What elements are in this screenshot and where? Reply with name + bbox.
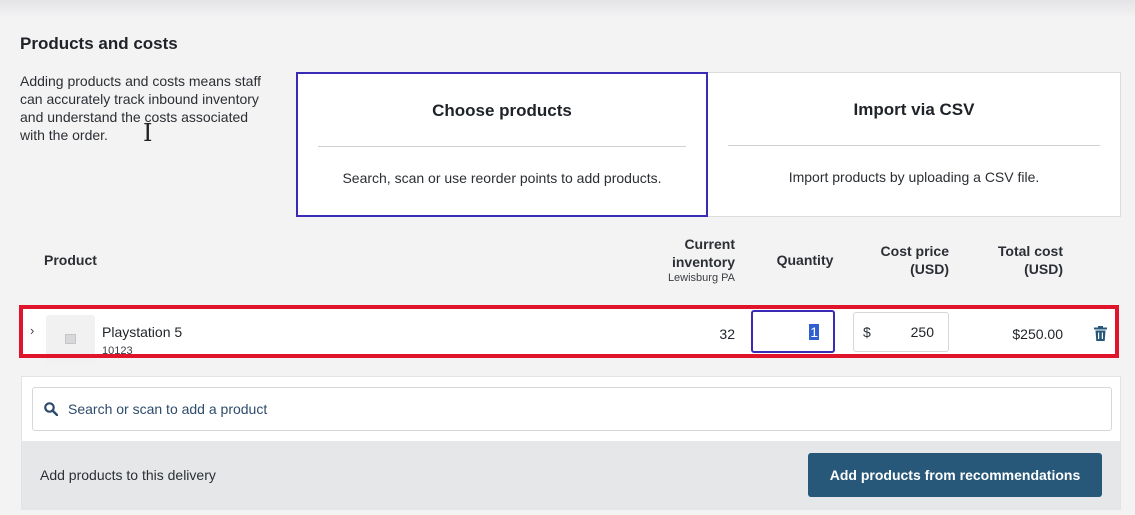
inventory-value: 32 bbox=[719, 326, 735, 342]
cost-price-input[interactable]: $ 250 bbox=[853, 312, 949, 352]
add-products-panel: Search or scan to add a product Add prod… bbox=[21, 376, 1121, 510]
search-input[interactable]: Search or scan to add a product bbox=[32, 387, 1112, 431]
column-header-cost-price: Cost price (USD) bbox=[880, 243, 949, 277]
top-shadow bbox=[0, 0, 1135, 18]
section-title: Products and costs bbox=[20, 34, 178, 53]
choose-products-card[interactable]: Choose products Search, scan or use reor… bbox=[296, 72, 708, 217]
product-name: Playstation 5 bbox=[102, 324, 183, 340]
inventory-location: Lewisburg PA bbox=[667, 272, 735, 284]
total-cost-value: $250.00 bbox=[1012, 326, 1063, 342]
cost-price-value: 250 bbox=[910, 324, 934, 340]
card-title: Import via CSV bbox=[853, 100, 975, 119]
quantity-input[interactable]: 1 bbox=[751, 310, 835, 353]
card-divider bbox=[318, 146, 686, 147]
search-icon bbox=[44, 402, 58, 416]
footer-text: Add products to this delivery bbox=[40, 467, 216, 483]
inventory-header-label: Current inventory bbox=[671, 236, 735, 270]
chevron-right-icon[interactable]: › bbox=[30, 323, 34, 338]
column-header-total-cost: Total cost (USD) bbox=[997, 243, 1063, 277]
currency-symbol: $ bbox=[863, 324, 871, 340]
text-cursor-icon: I bbox=[143, 119, 153, 147]
image-placeholder-icon bbox=[65, 334, 76, 344]
card-description: Search, scan or use reorder points to ad… bbox=[342, 170, 662, 186]
trash-icon[interactable] bbox=[1094, 326, 1107, 341]
search-placeholder: Search or scan to add a product bbox=[68, 401, 268, 417]
import-csv-card[interactable]: Import via CSV Import products by upload… bbox=[708, 72, 1121, 217]
column-header-inventory: Current inventory Lewisburg PA bbox=[620, 235, 735, 285]
column-header-product: Product bbox=[44, 252, 97, 268]
product-sku: 10123 bbox=[102, 345, 133, 357]
card-title: Choose products bbox=[432, 101, 572, 120]
table-row: › Playstation 5 10123 32 1 $ 250 $250.00 bbox=[22, 308, 1118, 364]
column-header-quantity: Quantity bbox=[776, 252, 834, 268]
footer-bar: Add products to this delivery Add produc… bbox=[22, 441, 1120, 510]
card-description: Import products by uploading a CSV file. bbox=[788, 169, 1040, 185]
card-divider bbox=[728, 145, 1100, 146]
quantity-value: 1 bbox=[809, 324, 819, 340]
product-thumbnail bbox=[46, 315, 95, 364]
add-from-recommendations-button[interactable]: Add products from recommendations bbox=[808, 453, 1102, 497]
